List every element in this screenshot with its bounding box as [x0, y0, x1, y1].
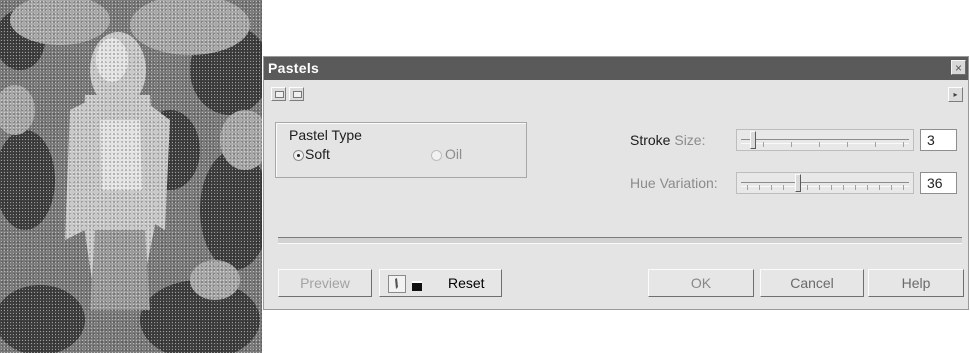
hue-variation-tick — [771, 185, 772, 190]
hue-variation-thumb[interactable] — [795, 174, 801, 192]
hue-variation-tick — [747, 185, 748, 190]
reset-button[interactable]: Reset — [379, 269, 502, 297]
hue-variation-tick — [819, 185, 820, 190]
hue-variation-tick — [783, 185, 784, 190]
ok-button[interactable]: OK — [648, 269, 754, 297]
reset-button-label: Reset — [448, 275, 485, 291]
separator — [278, 237, 962, 244]
stroke-size-tick — [763, 142, 764, 147]
hue-variation-slider[interactable] — [736, 172, 914, 194]
stroke-size-label-light: Size: — [674, 132, 706, 148]
hue-variation-tick — [843, 185, 844, 190]
hue-variation-tick — [759, 185, 760, 190]
single-view-icon[interactable] — [271, 87, 286, 101]
hue-variation-tick — [831, 185, 832, 190]
stroke-size-tick — [847, 142, 848, 147]
hue-variation-label: Hue Variation: — [630, 175, 718, 191]
pastels-dialog: Pastels × ▸ Pastel Type Soft Oil Stroke … — [263, 56, 969, 310]
hue-variation-tick — [891, 185, 892, 190]
single-view-glyph — [275, 91, 284, 98]
soft-radio-label[interactable]: Soft — [305, 146, 330, 162]
oil-radio[interactable] — [431, 150, 442, 161]
stroke-size-label: Stroke Size: — [630, 132, 705, 148]
stroke-size-slider[interactable] — [736, 129, 914, 151]
cancel-button[interactable]: Cancel — [760, 269, 864, 297]
hue-variation-field[interactable]: 36 — [920, 172, 957, 194]
stroke-size-label-dark: Stroke — [630, 132, 671, 148]
help-button[interactable]: Help — [868, 269, 964, 297]
soft-radio[interactable] — [293, 150, 304, 161]
hue-variation-tick — [855, 185, 856, 190]
hue-variation-tick — [879, 185, 880, 190]
pastel-type-label: Pastel Type — [289, 127, 362, 143]
close-icon[interactable]: × — [951, 60, 966, 75]
hue-variation-tick — [807, 185, 808, 190]
dialog-title: Pastels — [268, 60, 320, 76]
stroke-size-tick — [903, 142, 904, 147]
stroke-size-tick — [819, 142, 820, 147]
halftone-photo — [0, 0, 262, 353]
preview-button[interactable]: Preview — [278, 269, 372, 297]
lock-preview-icon — [388, 275, 422, 293]
hue-variation-tick — [867, 185, 868, 190]
stroke-size-tick — [875, 142, 876, 147]
hue-variation-track — [741, 182, 909, 187]
hue-variation-tick — [903, 185, 904, 190]
stroke-size-field[interactable]: 3 — [920, 129, 957, 151]
dual-view-glyph — [293, 91, 302, 98]
flyout-arrow-icon[interactable]: ▸ — [948, 87, 963, 102]
dual-view-icon[interactable] — [289, 87, 304, 101]
stroke-size-tick — [791, 142, 792, 147]
stroke-size-thumb[interactable] — [750, 131, 756, 149]
stroke-size-track — [741, 139, 909, 144]
title-bar[interactable]: Pastels × — [264, 57, 968, 80]
oil-radio-label[interactable]: Oil — [445, 146, 462, 162]
